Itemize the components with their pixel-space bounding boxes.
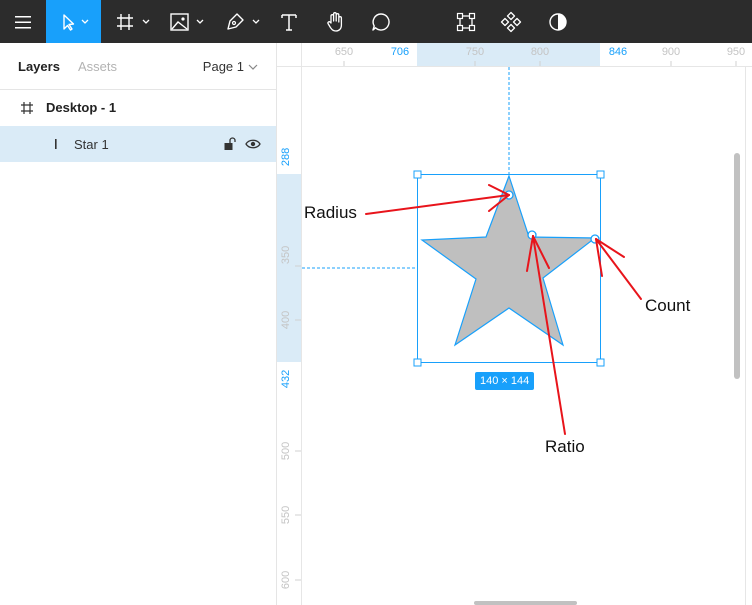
move-tool-icon	[62, 13, 88, 31]
move-tool-button[interactable]	[46, 0, 101, 43]
top-ruler-label-highlight: 846	[609, 46, 627, 58]
layer-row-star[interactable]: Star 1	[0, 126, 276, 162]
dimension-badge: 140 × 144	[475, 372, 535, 390]
top-ruler-label-highlight: 706	[391, 46, 409, 58]
top-ruler-label: 950	[727, 46, 745, 58]
radius-annotation: Radius	[304, 203, 357, 222]
canvas[interactable]: 650 706 750 800 846 900 950 288 350 400 …	[277, 43, 752, 605]
components-button[interactable]	[497, 0, 525, 43]
left-ruler-label-highlight: 288	[280, 148, 292, 166]
left-ruler-label-highlight: 432	[280, 370, 292, 388]
image-tool-icon	[170, 12, 204, 31]
layer-label: Desktop - 1	[46, 100, 117, 115]
layer-row-desktop[interactable]: Desktop - 1	[0, 90, 276, 126]
star-shape[interactable]	[420, 174, 597, 347]
hand-tool-button[interactable]	[323, 0, 349, 43]
top-ruler-label: 750	[466, 46, 484, 58]
hand-tool-icon	[327, 11, 343, 32]
pen-tool-button[interactable]	[220, 0, 265, 43]
components-icon	[500, 11, 522, 32]
layers-panel: Layers Assets Page 1 Desktop - 1 Star 1	[0, 43, 277, 605]
frame-tool-icon	[117, 13, 150, 30]
comment-tool-button[interactable]	[367, 0, 395, 43]
component-edit-icon	[456, 12, 476, 31]
left-ruler-label: 550	[280, 506, 292, 524]
text-tool-button[interactable]	[275, 0, 303, 43]
chevron-down-icon	[248, 64, 258, 70]
page-selector-label: Page 1	[202, 59, 244, 74]
eye-icon[interactable]	[245, 138, 261, 150]
panel-tabs: Layers Assets Page 1	[0, 43, 276, 90]
contrast-icon	[549, 12, 567, 31]
edit-object-button[interactable]	[452, 0, 480, 43]
vertical-scrollbar[interactable]	[734, 153, 740, 379]
layer-label: Star 1	[74, 137, 109, 152]
left-ruler-label: 400	[280, 311, 292, 329]
unlock-icon[interactable]	[223, 137, 237, 151]
left-ruler-label: 600	[280, 571, 292, 589]
horizontal-scrollbar[interactable]	[474, 601, 577, 605]
canvas-drawing: 650 706 750 800 846 900 950 288 350 400 …	[277, 43, 752, 605]
comment-tool-icon	[372, 12, 390, 31]
top-ruler-label: 900	[662, 46, 680, 58]
left-ruler-label: 350	[280, 246, 292, 264]
ratio-annotation: Ratio	[545, 437, 585, 456]
text-tool-icon	[281, 13, 297, 31]
menu-icon	[15, 15, 31, 28]
top-ruler-selection	[417, 43, 600, 66]
frame-tool-button[interactable]	[110, 0, 154, 43]
ruler-ticks	[295, 61, 737, 581]
contrast-button[interactable]	[544, 0, 572, 43]
tab-assets[interactable]: Assets	[78, 59, 117, 74]
page-selector[interactable]: Page 1	[203, 59, 258, 74]
star-layer-icon	[55, 139, 57, 149]
top-ruler-label: 800	[531, 46, 549, 58]
frame-icon	[21, 102, 33, 114]
left-ruler-selection	[277, 174, 301, 362]
top-ruler-label: 650	[335, 46, 353, 58]
left-ruler-label: 500	[280, 442, 292, 460]
image-tool-button[interactable]	[165, 0, 210, 43]
main-menu-button[interactable]	[0, 0, 46, 43]
tab-layers[interactable]: Layers	[18, 59, 60, 74]
pen-tool-icon	[227, 12, 260, 30]
count-annotation: Count	[645, 296, 691, 315]
toolbar	[0, 0, 752, 43]
